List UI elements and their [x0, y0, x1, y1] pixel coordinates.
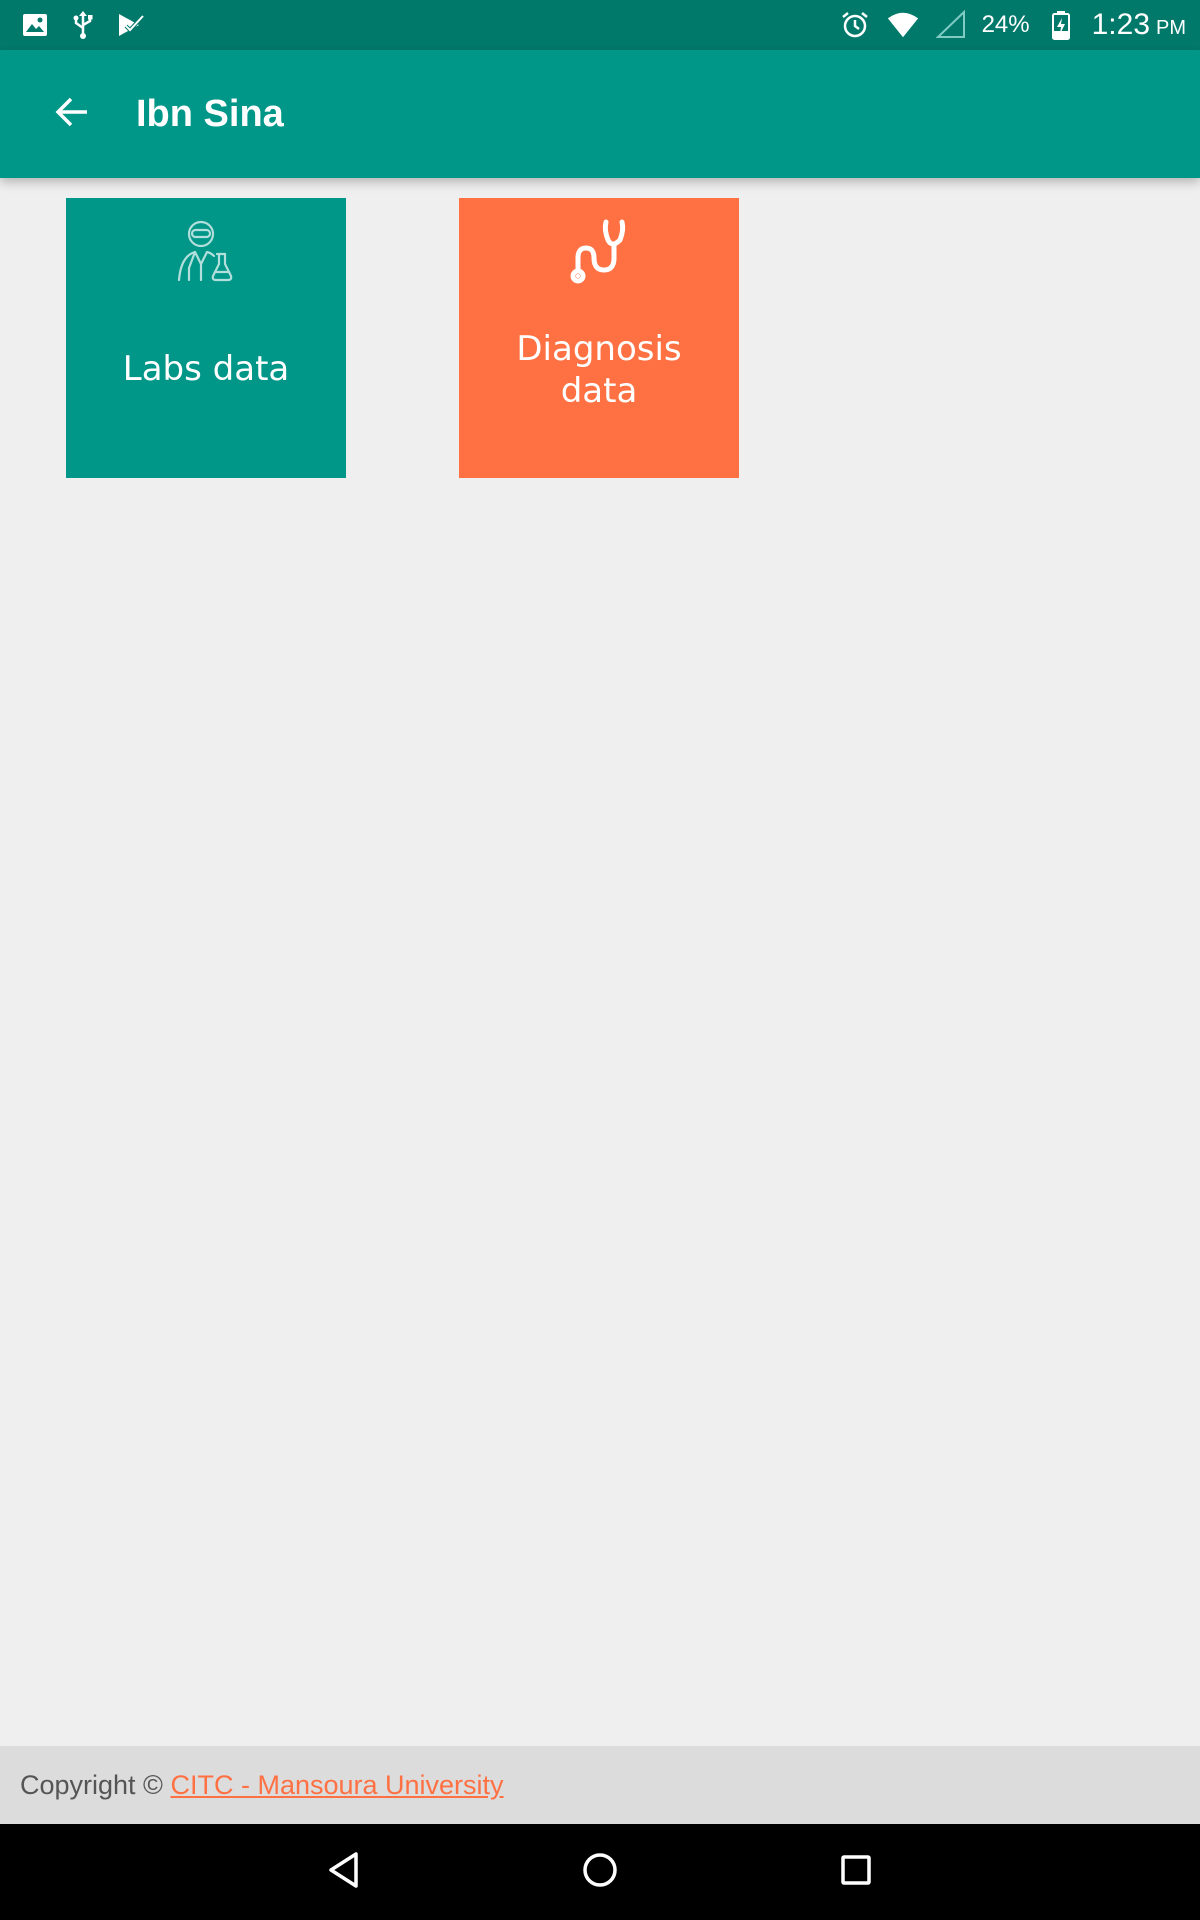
labs-data-label: Labs data	[122, 349, 290, 389]
status-left-icons	[18, 8, 148, 42]
labs-data-tile[interactable]: Labs data	[66, 198, 346, 478]
status-bar: 24% 1:23 PM	[0, 0, 1200, 50]
nav-back-button[interactable]	[314, 1844, 374, 1900]
nav-bar	[0, 1824, 1200, 1920]
battery-percent: 24%	[981, 11, 1030, 38]
clock-ampm: PM	[1156, 17, 1186, 39]
nav-recents-icon	[838, 1852, 874, 1893]
footer: Copyright © CITC - Mansoura University	[0, 1746, 1200, 1824]
diagnosis-data-label: Diagnosis data	[516, 329, 682, 411]
stethoscope-icon	[564, 218, 634, 288]
diagnosis-data-tile[interactable]: Diagnosis data	[459, 198, 739, 478]
nav-back-icon	[326, 1850, 362, 1895]
back-button[interactable]	[40, 88, 104, 140]
clock-time: 1:23	[1091, 8, 1150, 41]
status-right-icons: 24% 1:23 PM	[838, 5, 1186, 45]
nav-recents-button[interactable]	[826, 1844, 886, 1900]
battery-charging-icon	[1044, 8, 1078, 42]
wifi-icon	[886, 8, 920, 42]
lab-scientist-icon	[171, 218, 241, 288]
cell-signal-icon	[934, 8, 968, 42]
image-icon	[18, 8, 52, 42]
app-bar: Ibn Sina	[0, 50, 1200, 178]
copyright-text: Copyright © CITC - Mansoura University	[20, 1746, 504, 1824]
arrow-back-icon	[54, 96, 90, 133]
usb-icon	[66, 8, 100, 42]
page-title: Ibn Sina	[136, 93, 284, 135]
play-store-icon	[114, 8, 148, 42]
clock: 1:23 PM	[1092, 8, 1186, 42]
citc-link[interactable]: CITC - Mansoura University	[170, 1770, 503, 1800]
nav-home-icon	[580, 1850, 620, 1895]
copyright-prefix: Copyright ©	[20, 1770, 163, 1800]
alarm-icon	[838, 8, 872, 42]
nav-home-button[interactable]	[570, 1844, 630, 1900]
